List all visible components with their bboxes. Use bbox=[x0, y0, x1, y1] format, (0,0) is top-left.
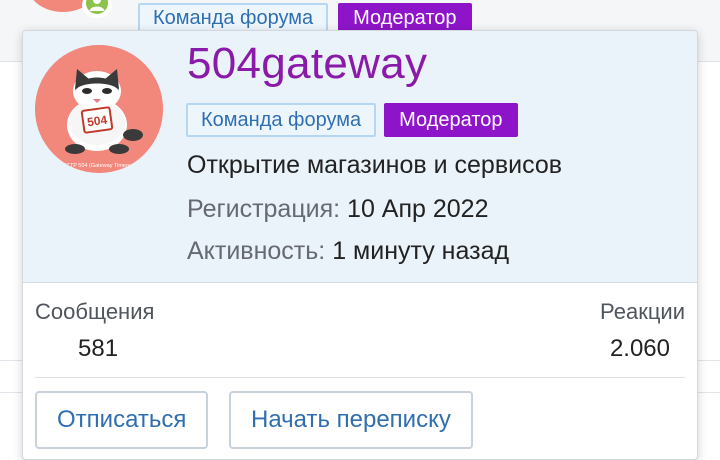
user-title: Открытие магазинов и сервисов bbox=[187, 151, 563, 179]
unfollow-button[interactable]: Отписаться bbox=[35, 391, 209, 449]
activity-label: Активность: bbox=[187, 237, 326, 265]
messages-label: Сообщения bbox=[35, 299, 155, 324]
avatar-sign-text: 504 bbox=[86, 113, 108, 130]
start-conversation-button[interactable]: Начать переписку bbox=[229, 391, 473, 449]
user-online-icon bbox=[86, 0, 108, 14]
actions-divider bbox=[35, 377, 685, 378]
avatar[interactable]: 504 HTTP 504 (Gateway Timeout) bbox=[35, 45, 163, 173]
member-stats: Сообщения 581 Реакции 2.060 bbox=[23, 285, 697, 381]
messages-count[interactable]: 581 bbox=[78, 335, 118, 363]
activity-value: 1 минуту назад bbox=[332, 237, 510, 265]
reactions-count: 2.060 bbox=[609, 335, 670, 362]
activity-row: Активность: 1 минуту назад bbox=[187, 237, 509, 266]
moderator-badge: Модератор bbox=[384, 103, 518, 137]
avatar-caption: HTTP 504 (Gateway Timeout) bbox=[63, 163, 136, 169]
user-badges: Команда форума Модератор bbox=[186, 103, 518, 137]
team-badge: Команда форума bbox=[186, 103, 377, 137]
background-team-badge: Команда форума bbox=[138, 3, 329, 33]
background-badges: Команда форума Модератор bbox=[138, 3, 472, 33]
member-tooltip-card: 504 HTTP 504 (Gateway Timeout) 504gatewa… bbox=[22, 30, 698, 460]
member-tooltip-header: 504 HTTP 504 (Gateway Timeout) 504gatewa… bbox=[23, 31, 697, 283]
background-moderator-badge: Модератор bbox=[338, 3, 472, 33]
registration-label: Регистрация: bbox=[187, 195, 341, 223]
reactions-label: Реакции bbox=[600, 299, 685, 324]
cat-avatar-icon: 504 HTTP 504 (Gateway Timeout) bbox=[35, 45, 163, 173]
registration-date: 10 Апр 2022 bbox=[347, 195, 489, 223]
registration-row: Регистрация: 10 Апр 2022 bbox=[187, 195, 488, 224]
username-link[interactable]: 504gateway bbox=[187, 39, 427, 89]
